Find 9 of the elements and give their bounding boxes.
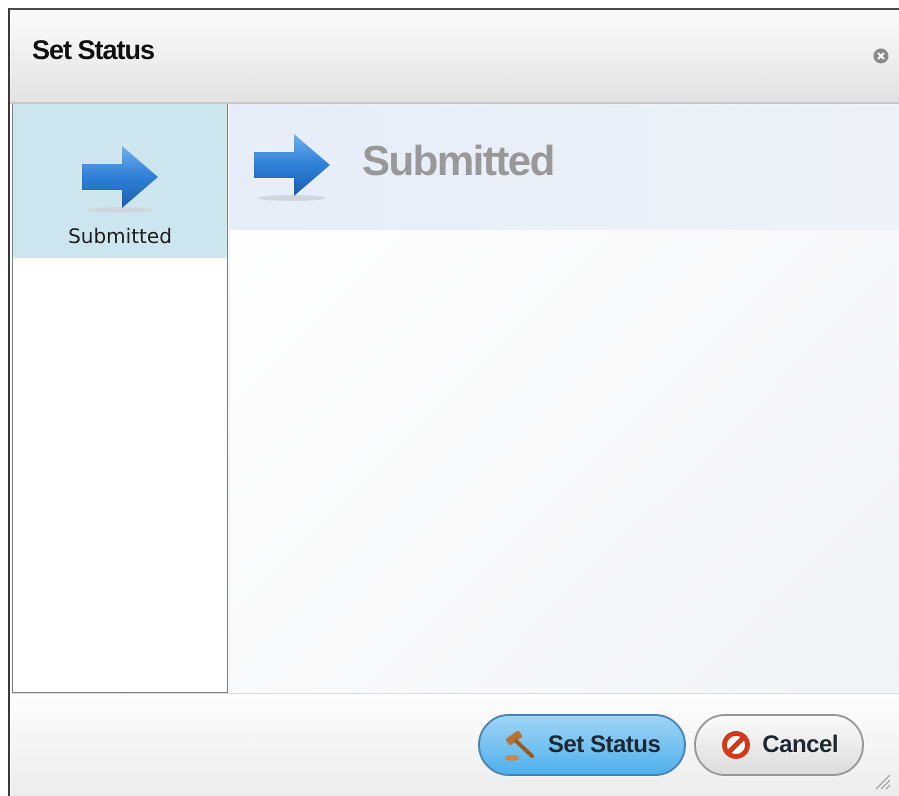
no-entry-icon (720, 729, 752, 761)
right-arrow-icon (80, 144, 160, 214)
dialog-title: Set Status (32, 34, 154, 66)
set-status-button[interactable]: Set Status (478, 714, 686, 776)
status-title: Submitted (362, 137, 554, 185)
status-item[interactable]: Submitted (13, 104, 227, 258)
close-icon[interactable] (873, 48, 889, 64)
resize-grip-icon[interactable] (873, 772, 891, 790)
cancel-button[interactable]: Cancel (694, 714, 864, 776)
